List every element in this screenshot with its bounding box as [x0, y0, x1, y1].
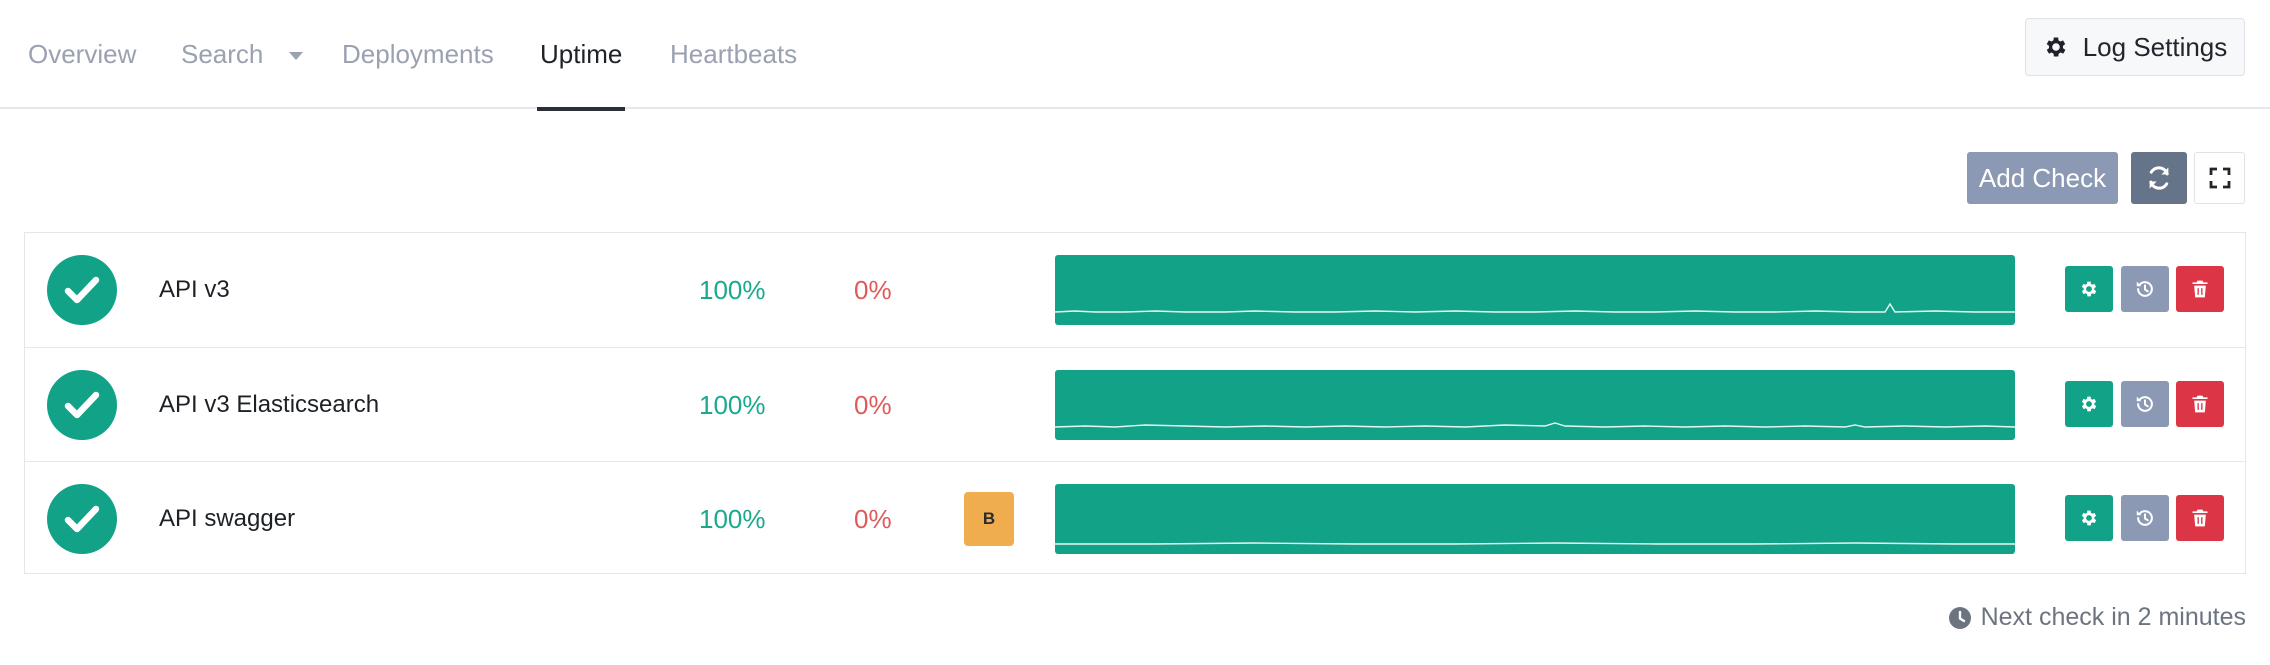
tab-heartbeats[interactable]: Heartbeats: [670, 0, 797, 109]
uptime-percent: 100%: [699, 389, 766, 420]
check-history-button[interactable]: [2121, 381, 2169, 427]
checkmark-icon: [64, 505, 100, 533]
clock-icon: [1948, 606, 1971, 629]
status-up-indicator: [47, 370, 117, 440]
trash-icon: [2192, 280, 2208, 298]
status-up-indicator: [47, 484, 117, 554]
gear-icon: [2081, 510, 2097, 526]
next-check-status: Next check in 2 minutes: [1948, 603, 2246, 632]
next-check-text: Next check in 2 minutes: [1980, 603, 2246, 631]
response-time-graph: [1055, 484, 2015, 554]
check-name[interactable]: API swagger: [159, 462, 295, 576]
check-name[interactable]: API v3 Elasticsearch: [159, 348, 379, 462]
check-row: API v3 Elasticsearch 100% 0%: [25, 347, 2245, 461]
log-settings-button[interactable]: Log Settings: [2025, 18, 2245, 76]
response-time-graph: [1055, 370, 2015, 440]
tab-overview[interactable]: Overview: [28, 0, 136, 109]
fullscreen-icon: [2209, 167, 2230, 189]
check-badge[interactable]: B: [964, 492, 1014, 546]
history-icon: [2136, 281, 2153, 297]
check-row: API v3 100% 0%: [25, 233, 2245, 347]
check-settings-button[interactable]: [2065, 495, 2113, 541]
trash-icon: [2192, 509, 2208, 527]
trash-icon: [2192, 395, 2208, 413]
tab-label: Uptime: [540, 39, 623, 69]
fullscreen-button[interactable]: [2194, 152, 2245, 204]
checkmark-icon: [64, 391, 100, 419]
check-row: API swagger 100% 0% B: [25, 461, 2245, 575]
tab-deployments[interactable]: Deployments: [342, 0, 494, 109]
check-history-button[interactable]: [2121, 495, 2169, 541]
check-delete-button[interactable]: [2176, 381, 2224, 427]
check-history-button[interactable]: [2121, 266, 2169, 312]
tab-uptime[interactable]: Uptime: [537, 0, 626, 111]
history-icon: [2136, 510, 2153, 526]
add-check-button[interactable]: Add Check: [1967, 152, 2118, 204]
check-delete-button[interactable]: [2176, 266, 2224, 312]
tab-label: Search: [181, 39, 264, 69]
refresh-button[interactable]: [2131, 152, 2187, 204]
check-settings-button[interactable]: [2065, 381, 2113, 427]
check-name[interactable]: API v3: [159, 233, 230, 347]
downtime-percent: 0%: [854, 389, 892, 420]
gear-icon: [2046, 37, 2066, 57]
check-settings-button[interactable]: [2065, 266, 2113, 312]
add-check-label: Add Check: [1978, 162, 2107, 193]
log-settings-label: Log Settings: [2082, 31, 2228, 62]
tab-label: Overview: [28, 39, 137, 69]
uptime-percent: 100%: [699, 274, 766, 305]
tab-search[interactable]: Search: [181, 0, 304, 109]
status-up-indicator: [47, 255, 117, 325]
uptime-percent: 100%: [699, 503, 766, 534]
top-navigation: Overview Search Deployments Uptime Heart…: [0, 0, 2270, 111]
response-time-graph: [1055, 255, 2015, 325]
tab-label: Heartbeats: [670, 39, 798, 69]
gear-icon: [2081, 396, 2097, 412]
downtime-percent: 0%: [854, 503, 892, 534]
history-icon: [2136, 396, 2153, 412]
check-delete-button[interactable]: [2176, 495, 2224, 541]
refresh-icon: [2149, 166, 2169, 190]
checkmark-icon: [64, 276, 100, 304]
caret-down-icon: [289, 51, 304, 60]
uptime-checks-list: API v3 100% 0% API v3 Elasticsearch 100%…: [24, 232, 2246, 574]
downtime-percent: 0%: [854, 274, 892, 305]
gear-icon: [2081, 281, 2097, 297]
tab-label: Deployments: [342, 39, 494, 69]
